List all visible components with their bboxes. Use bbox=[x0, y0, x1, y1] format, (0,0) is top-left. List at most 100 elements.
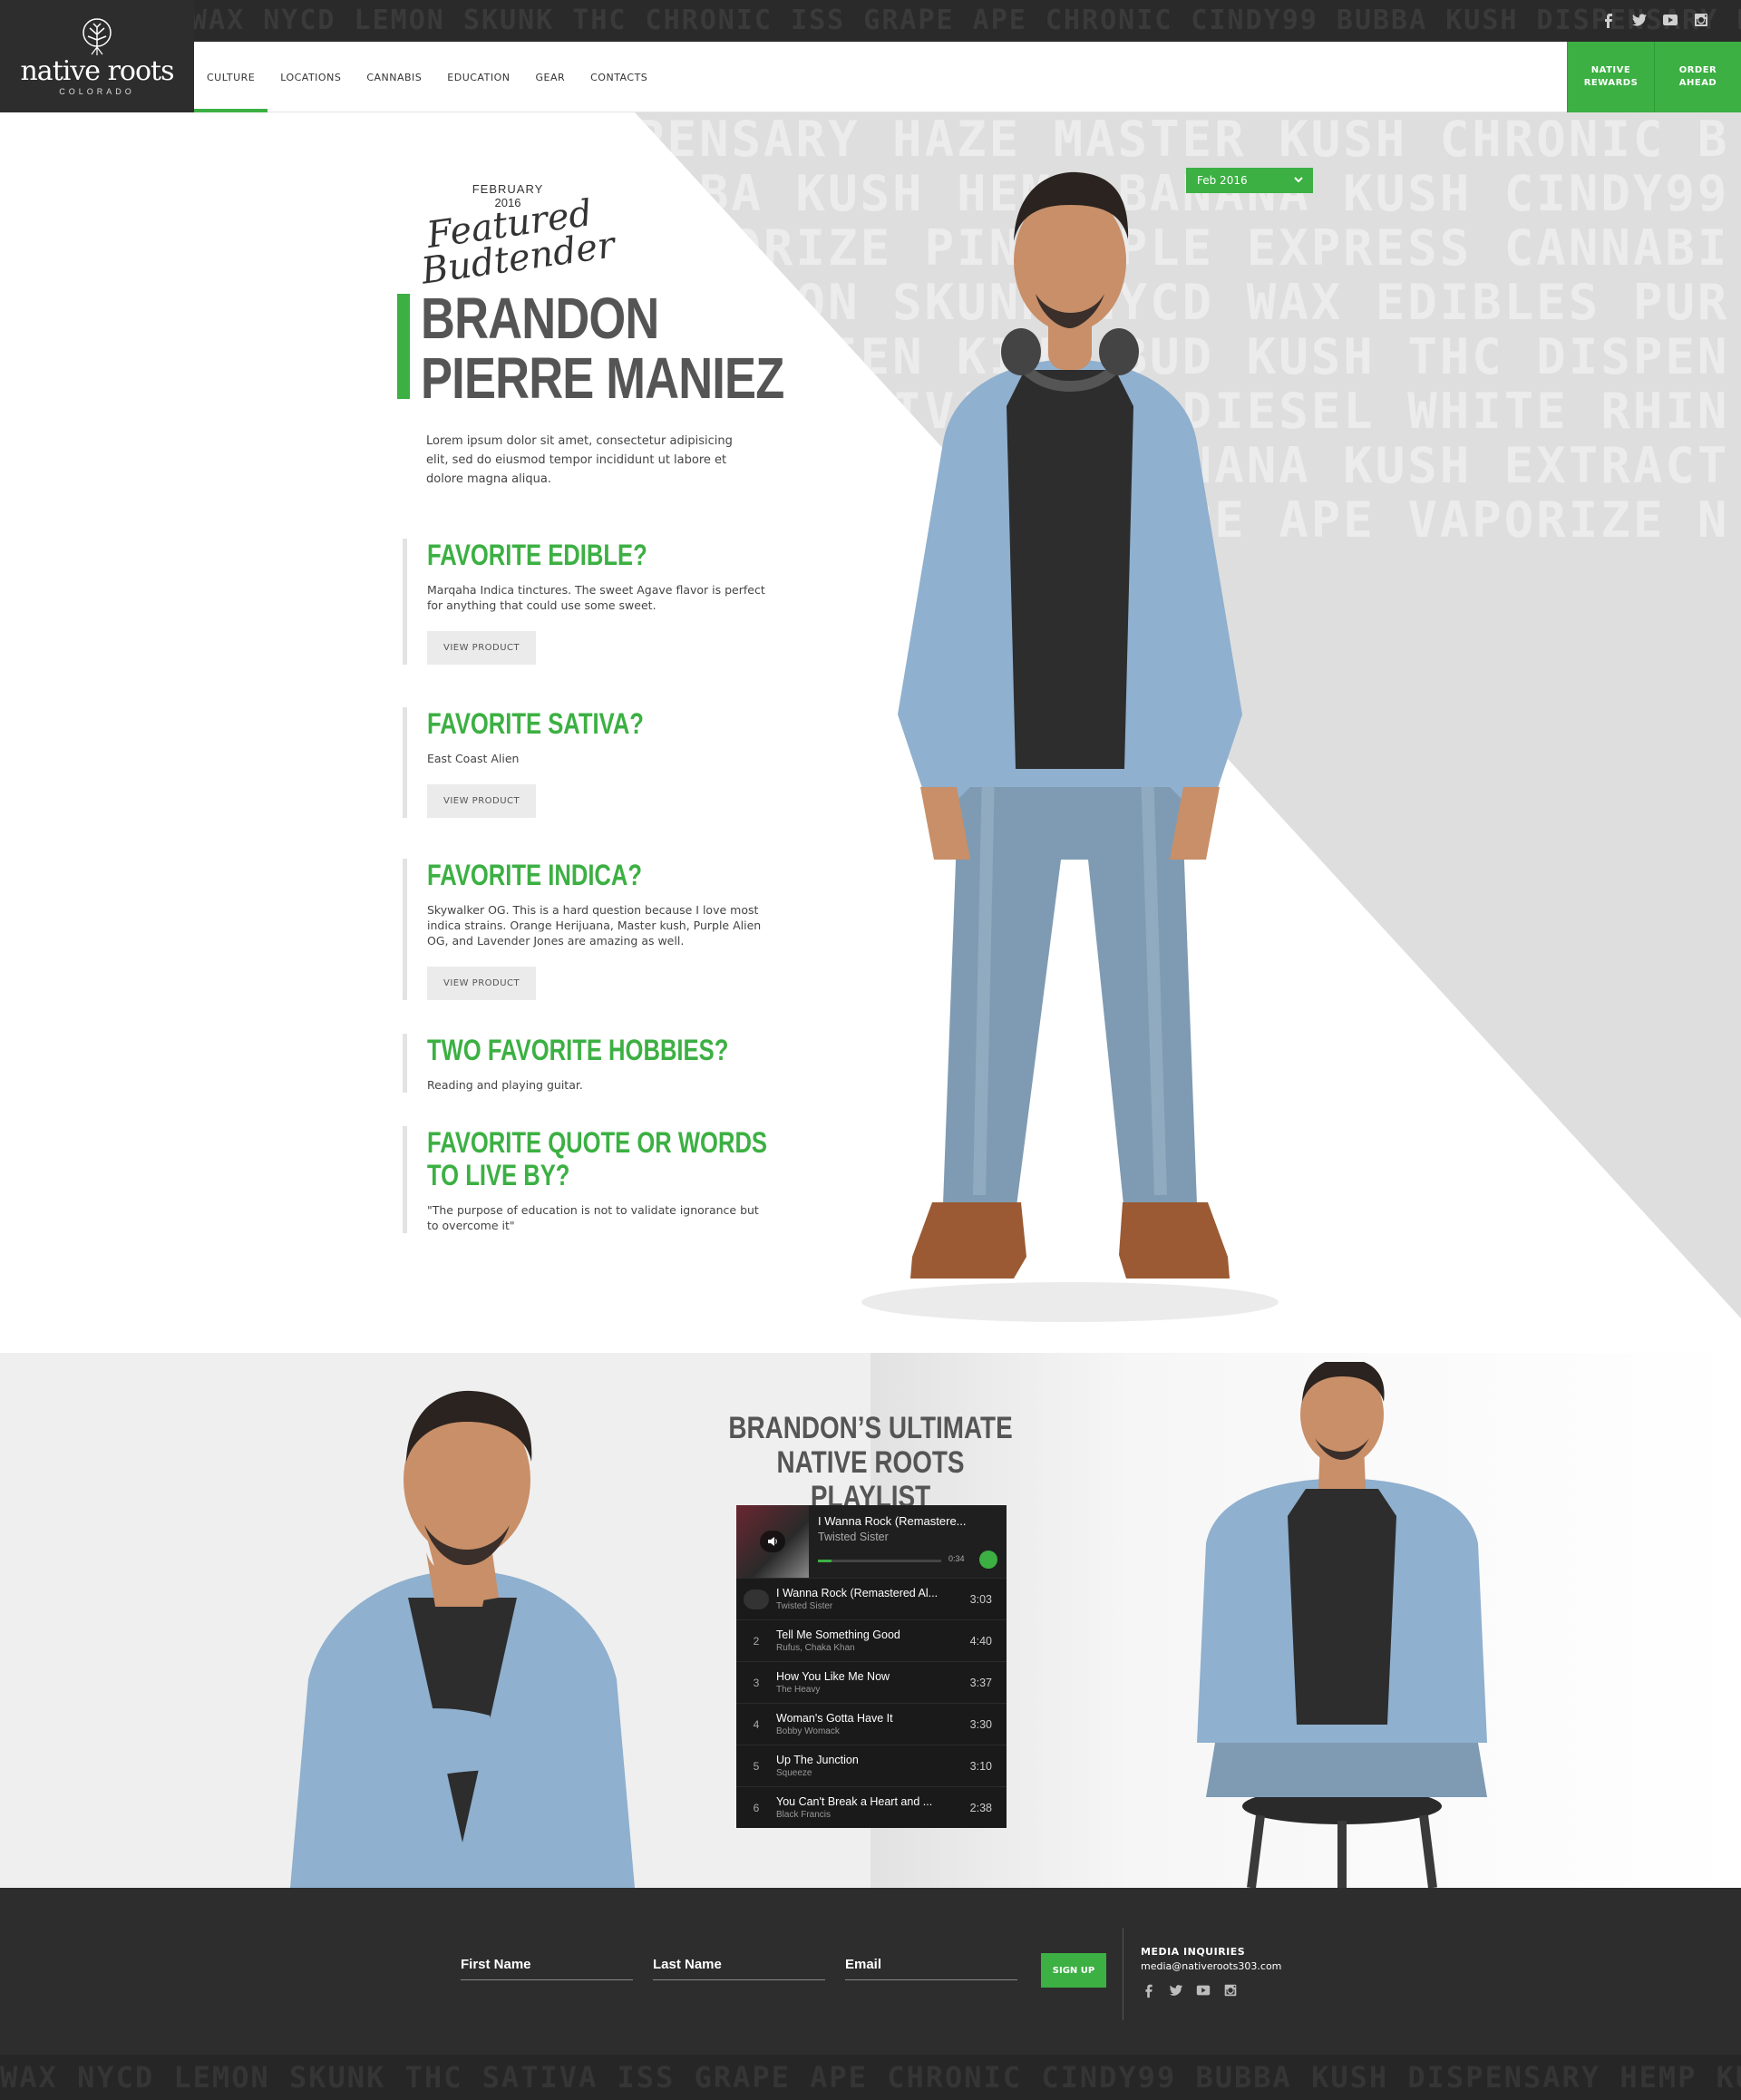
native-rewards-button[interactable]: NATIVE REWARDS bbox=[1567, 42, 1654, 112]
track-duration: 3:03 bbox=[969, 1593, 992, 1606]
spotify-player: I Wanna Rock (Remastere... Twisted Siste… bbox=[736, 1505, 1007, 1828]
playlist-track[interactable]: 3 How You Like Me Now The Heavy 3:37 bbox=[736, 1661, 1007, 1703]
now-playing-artist: Twisted Sister bbox=[818, 1531, 889, 1543]
name-accent-bar bbox=[397, 294, 410, 399]
qa-favorite-sativa: FAVORITE SATIVA? East Coast Alien VIEW P… bbox=[403, 707, 783, 818]
track-number: 5 bbox=[753, 1760, 760, 1773]
spotify-icon[interactable] bbox=[979, 1551, 997, 1569]
track-number: 3 bbox=[753, 1677, 760, 1689]
playlist-track[interactable]: 6 You Can't Break a Heart and ... Black … bbox=[736, 1786, 1007, 1828]
last-name-field[interactable]: Last Name bbox=[653, 1957, 825, 1980]
qa-answer: Reading and playing guitar. bbox=[427, 1078, 583, 1092]
track-title: You Can't Break a Heart and ... bbox=[776, 1795, 933, 1808]
qa-question: FAVORITE INDICA? bbox=[427, 859, 643, 891]
youtube-icon[interactable] bbox=[1195, 1982, 1211, 1998]
playlist-section: BRANDON’S ULTIMATE NATIVE ROOTS PLAYLIST… bbox=[0, 1353, 1741, 1888]
track-title: How You Like Me Now bbox=[776, 1670, 890, 1683]
track-artist: The Heavy bbox=[776, 1685, 821, 1695]
track-duration: 3:30 bbox=[969, 1718, 992, 1731]
track-duration: 4:40 bbox=[969, 1635, 992, 1648]
name-line1: BRANDON bbox=[421, 286, 659, 351]
media-email-link[interactable]: media@nativeroots303.com bbox=[1141, 1960, 1281, 1972]
email-field[interactable]: Email bbox=[845, 1957, 1017, 1980]
view-product-button[interactable]: VIEW PRODUCT bbox=[427, 967, 537, 1000]
qa-answer: East Coast Alien bbox=[427, 752, 520, 765]
view-product-button[interactable]: VIEW PRODUCT bbox=[427, 784, 537, 818]
seated-photo bbox=[1197, 1362, 1487, 1888]
twitter-icon[interactable] bbox=[1630, 11, 1649, 29]
nav-cannabis[interactable]: CANNABIS bbox=[354, 42, 434, 112]
nav-gear[interactable]: GEAR bbox=[522, 42, 578, 112]
track-duration: 2:38 bbox=[969, 1802, 992, 1814]
track-artist: Squeeze bbox=[776, 1768, 812, 1778]
logo-wordmark: native roots bbox=[20, 55, 174, 87]
track-artist: Black Francis bbox=[776, 1810, 832, 1820]
playlist-track[interactable]: 4 Woman's Gotta Have It Bobby Womack 3:3… bbox=[736, 1703, 1007, 1745]
qa-question-line1: FAVORITE QUOTE OR WORDS bbox=[427, 1126, 767, 1159]
youtube-icon[interactable] bbox=[1661, 11, 1679, 29]
nav-links: CULTURE LOCATIONS CANNABIS EDUCATION GEA… bbox=[194, 42, 660, 113]
featured-month: FEBRUARY bbox=[472, 182, 544, 196]
media-inquiries-heading: MEDIA INQUIRIES bbox=[1141, 1946, 1246, 1958]
main-navbar: CULTURE LOCATIONS CANNABIS EDUCATION GEA… bbox=[0, 42, 1741, 113]
nav-culture[interactable]: CULTURE bbox=[194, 42, 268, 113]
tree-logo-icon bbox=[83, 18, 112, 55]
first-name-field[interactable]: First Name bbox=[461, 1957, 633, 1980]
track-title: Tell Me Something Good bbox=[776, 1628, 900, 1641]
playlist-track[interactable]: 5 Up The Junction Squeeze 3:10 bbox=[736, 1745, 1007, 1786]
pattern-wordwall: WAX NYCD LEMON SKUNK THC CHRONIC ISS GRA… bbox=[190, 5, 1741, 36]
progress-fill bbox=[818, 1560, 832, 1562]
now-playing-title: I Wanna Rock (Remastere... bbox=[818, 1514, 967, 1528]
qa-answer: "The purpose of education is not to vali… bbox=[427, 1203, 759, 1232]
elapsed-time: 0:34 bbox=[948, 1554, 965, 1563]
track-title: Woman's Gotta Have It bbox=[776, 1712, 893, 1725]
nav-education[interactable]: EDUCATION bbox=[434, 42, 522, 112]
site-logo[interactable]: native roots COLORADO bbox=[0, 0, 194, 112]
budtender-name: BRANDON PIERRE MANIEZ bbox=[421, 286, 784, 408]
instagram-icon[interactable] bbox=[1692, 11, 1710, 29]
date-select-value: Feb 2016 bbox=[1197, 174, 1248, 187]
top-pattern-strip: WAX NYCD LEMON SKUNK THC CHRONIC ISS GRA… bbox=[0, 0, 1741, 42]
qa-question-line2: TO LIVE BY? bbox=[427, 1159, 570, 1191]
qa-answer: Marqaha Indica tinctures. The sweet Agav… bbox=[427, 583, 765, 612]
qa-favorite-edible: FAVORITE EDIBLE? Marqaha Indica tincture… bbox=[403, 539, 783, 665]
view-product-button[interactable]: VIEW PRODUCT bbox=[427, 631, 537, 665]
nav-locations[interactable]: LOCATIONS bbox=[267, 42, 354, 112]
progress-bar[interactable] bbox=[818, 1560, 941, 1562]
album-cover bbox=[736, 1505, 809, 1578]
qa-favorite-indica: FAVORITE INDICA? Skywalker OG. This is a… bbox=[403, 859, 783, 1000]
nav-contacts[interactable]: CONTACTS bbox=[578, 42, 660, 112]
twitter-icon[interactable] bbox=[1168, 1982, 1184, 1998]
playlist-track[interactable]: I Wanna Rock (Remastered Al... Twisted S… bbox=[736, 1578, 1007, 1619]
playlist-title-line1: BRANDON’S ULTIMATE bbox=[728, 1411, 1013, 1445]
facebook-icon[interactable] bbox=[1141, 1982, 1157, 1998]
chevron-down-icon bbox=[1294, 177, 1303, 183]
qa-favorite-hobbies: TWO FAVORITE HOBBIES? Reading and playin… bbox=[403, 1034, 783, 1093]
instagram-icon[interactable] bbox=[1222, 1982, 1239, 1998]
facebook-icon[interactable] bbox=[1600, 11, 1618, 29]
header-cta-group: NATIVE REWARDS ORDER AHEAD bbox=[1567, 42, 1741, 112]
thinking-photo bbox=[290, 1390, 635, 1888]
qa-question: TWO FAVORITE HOBBIES? bbox=[427, 1034, 729, 1066]
footer-social-links bbox=[1141, 1982, 1239, 1998]
playlist-title-line2: NATIVE ROOTS PLAYLIST bbox=[776, 1445, 965, 1514]
track-title: I Wanna Rock (Remastered Al... bbox=[776, 1587, 939, 1599]
budtender-hero: PENSARY HAZE MASTER KUSH CHRONIC BUBBA K… bbox=[0, 112, 1741, 1353]
order-ahead-button[interactable]: ORDER AHEAD bbox=[1654, 42, 1741, 112]
qa-favorite-quote: FAVORITE QUOTE OR WORDS TO LIVE BY? "The… bbox=[403, 1126, 783, 1233]
bottom-pattern-strip: WAX NYCD LEMON SKUNK THC SATIVA ISS GRAP… bbox=[0, 2055, 1741, 2100]
header-social-links bbox=[1600, 11, 1710, 29]
qa-question: FAVORITE EDIBLE? bbox=[427, 539, 647, 571]
featured-budtender-badge: FEBRUARY 2016 Featured Budtender bbox=[417, 145, 618, 293]
track-number: 2 bbox=[753, 1635, 760, 1648]
track-artist: Rufus, Chaka Khan bbox=[776, 1643, 855, 1653]
budtender-photo bbox=[861, 171, 1279, 1322]
track-number: 6 bbox=[753, 1802, 760, 1814]
date-select-dropdown[interactable]: Feb 2016 bbox=[1186, 168, 1313, 193]
volume-icon[interactable] bbox=[760, 1531, 785, 1552]
track-number: 4 bbox=[753, 1718, 760, 1731]
now-playing: I Wanna Rock (Remastere... Twisted Siste… bbox=[736, 1505, 1007, 1578]
playlist-track[interactable]: 2 Tell Me Something Good Rufus, Chaka Kh… bbox=[736, 1619, 1007, 1661]
sign-up-button[interactable]: SIGN UP bbox=[1041, 1953, 1106, 1988]
pattern-wordwall: WAX NYCD LEMON SKUNK THC SATIVA ISS GRAP… bbox=[0, 2060, 1741, 2095]
